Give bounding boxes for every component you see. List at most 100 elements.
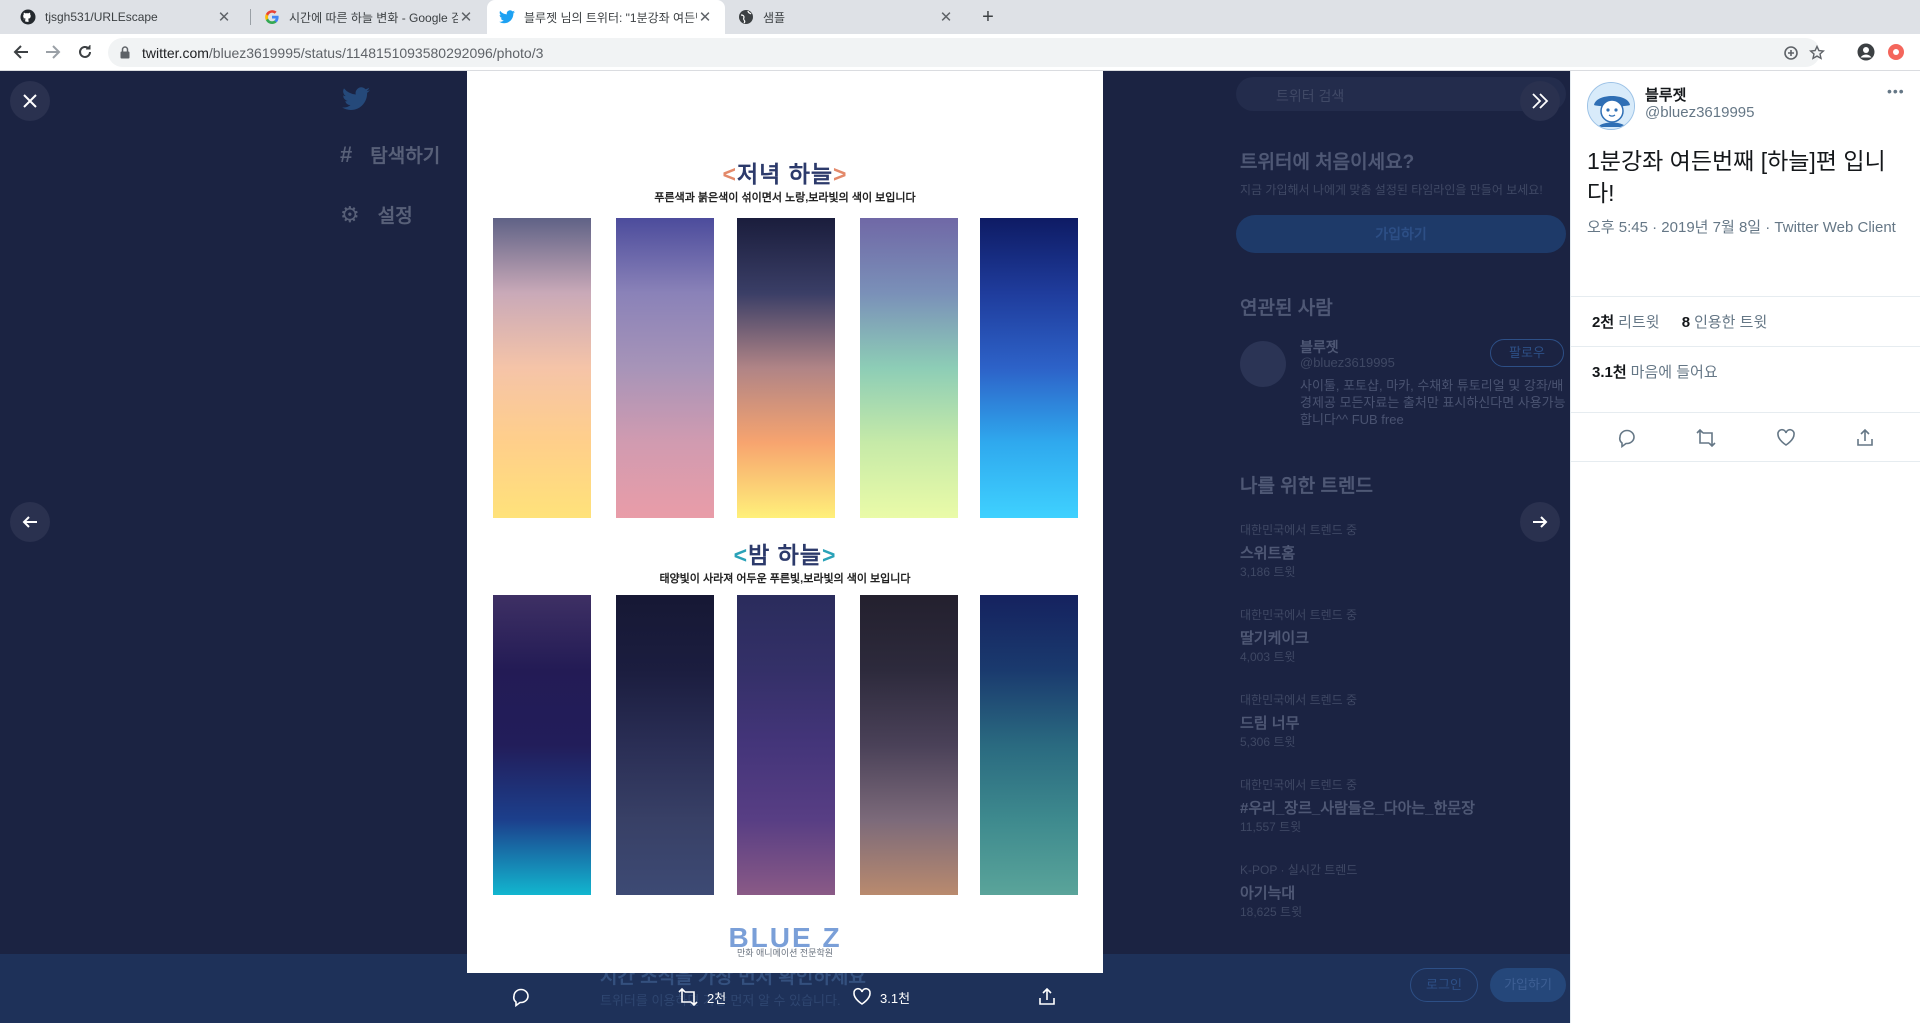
tab-google[interactable]: 시간에 따른 하늘 변화 - Google 검색 ✕ [252,0,486,34]
join-button[interactable]: 가입하기 [1490,968,1566,1002]
night-swatch [860,595,958,895]
follow-button[interactable]: 팔로우 [1490,339,1564,367]
trend-count: 3,186 트윗 [1240,565,1296,579]
night-swatch [980,595,1078,895]
like-label: 마음에 들어요 [1630,364,1718,381]
arrow-right-icon [1533,516,1548,528]
related-handle: @bluez3619995 [1300,355,1395,370]
like-button[interactable] [1775,427,1797,449]
trend-label: 대한민국에서 트렌드 중 [1240,608,1358,622]
share-button[interactable] [1854,427,1876,449]
retweet-count: 2천 [707,990,727,1006]
reload-button[interactable] [74,41,96,63]
evening-swatch [860,218,958,518]
next-photo-button[interactable] [1520,502,1560,542]
share-button[interactable] [1037,987,1057,1007]
trend-name: #우리_장르_사람들은_다아는_한문장 [1240,800,1475,817]
close-tab-icon[interactable]: ✕ [216,8,232,26]
trends-title: 나를 위한 트렌드 [1240,476,1373,497]
close-button[interactable] [10,81,50,121]
previous-photo-button[interactable] [10,502,50,542]
globe-icon [738,9,754,25]
evening-title-text: 저녁 하늘 [736,161,834,187]
related-bio: 사이툴, 포토샵, 마카, 수채화 튜토리얼 및 강좌/배경제공 모든자료는 출… [1300,378,1566,427]
like-count: 3.1천 [880,990,911,1006]
nav-settings[interactable]: ⚙ 설정 [340,201,413,228]
close-tab-icon[interactable]: ✕ [458,8,474,26]
hash-icon: # [340,141,353,167]
profile-icon[interactable] [1856,42,1876,62]
collapse-sidebar-button[interactable] [1520,81,1560,121]
trend-name: 드림 너무 [1240,715,1300,732]
tweet-text: 1분강좌 여든번째 [하늘]편 입니다! [1587,148,1886,206]
likes-stat[interactable]: 3.1천 마음에 들어요 [1592,364,1718,381]
tab-sample[interactable]: 샘플 ✕ [726,0,966,34]
address-bar[interactable]: twitter.com/bluez3619995/status/11481510… [108,38,1825,67]
trend-item[interactable]: 대한민국에서 트렌드 중 딸기케이크 4,003 트윗 [1240,606,1570,665]
reply-button[interactable] [511,987,531,1007]
trend-count: 11,557 트윗 [1240,820,1302,834]
like-count: 3.1천 [1592,364,1627,381]
retweet-stats: 2천 리트윗 8 인용한 트윗 [1571,296,1920,346]
search-input[interactable]: 트위터 검색 [1236,77,1566,111]
extension-icon[interactable] [1886,42,1906,62]
user-handle[interactable]: @bluez3619995 [1645,104,1754,121]
login-button[interactable]: 로그인 [1410,968,1478,1002]
bookmark-star-icon[interactable] [1808,44,1826,62]
trend-label: 대한민국에서 트렌드 중 [1240,778,1358,792]
github-icon [20,9,36,25]
night-title: <밤 하늘> [733,542,837,568]
trend-name: 딸기케이크 [1240,630,1310,647]
retweets-stat[interactable]: 2천 리트윗 [1592,314,1660,331]
avatar [1240,341,1286,387]
lock-icon [120,46,130,59]
nav-explore[interactable]: # 탐색하기 [340,141,440,168]
tab-twitter[interactable]: 블루젯 님의 트위터: "1분강좌 여든번째 [하늘]편 입니다!" ✕ [487,0,725,34]
new-to-twitter-title: 트위터에 처음이세요? [1240,152,1415,173]
evening-swatch [737,218,835,518]
new-tab-button[interactable]: + [975,4,1001,30]
arrow-right-icon [46,45,61,59]
zoom-icon[interactable] [1782,44,1800,62]
reply-icon [1619,429,1635,448]
google-icon [264,9,280,25]
brand-subtitle: 만화 애니메이션 전문학원 [736,948,834,958]
trend-item[interactable]: 대한민국에서 트렌드 중 #우리_장르_사람들은_다아는_한문장 11,557 … [1240,776,1570,835]
more-options-icon[interactable]: ••• [1887,83,1905,99]
close-icon [23,94,37,108]
double-chevron-right-icon [1532,93,1549,109]
trend-item[interactable]: K-POP · 실시간 트렌드 아기늑대 18,625 트윗 [1240,861,1570,920]
avatar[interactable] [1587,82,1635,130]
close-tab-icon[interactable]: ✕ [938,8,954,26]
evening-subtitle: 푸른색과 붉은색이 섞이면서 노랑,보라빛의 색이 보입니다 [654,192,916,204]
quotes-stat[interactable]: 8 인용한 트윗 [1682,314,1768,331]
retweet-button[interactable] [1695,427,1717,449]
search-placeholder: 트위터 검색 [1276,88,1345,104]
gear-icon: ⚙ [340,201,360,227]
trend-count: 4,003 트윗 [1240,650,1296,664]
retweet-icon [678,987,698,1007]
trend-label: 대한민국에서 트렌드 중 [1240,693,1358,707]
back-button[interactable] [10,41,32,63]
reply-button[interactable] [1616,427,1638,449]
tweet-meta: 오후 5:45 · 2019년 7월 8일 · Twitter Web Clie… [1587,219,1896,236]
like-button[interactable]: 3.1천 [852,987,910,1007]
new-to-twitter-desc: 지금 가입해서 나에게 맞춤 설정된 타임라인을 만들어 보세요! [1240,183,1543,197]
tweet-photo: <저녁 하늘> 푸른색과 붉은색이 섞이면서 노랑,보라빛의 색이 보입니다 <… [467,71,1103,973]
url-host: twitter.com [142,45,209,61]
user-name[interactable]: 블루젯 [1645,84,1686,105]
like-stats: 3.1천 마음에 들어요 [1571,346,1920,396]
tweet-detail-sidebar: 블루젯 @bluez3619995 ••• 1분강좌 여든번째 [하늘]편 입니… [1570,71,1920,1023]
nav-settings-label: 설정 [377,206,413,227]
forward-button[interactable] [42,41,64,63]
arrow-left-icon [13,45,28,59]
close-tab-icon[interactable]: ✕ [697,8,713,26]
trend-item[interactable]: 대한민국에서 트렌드 중 스위트홈 3,186 트윗 [1240,521,1570,580]
trend-item[interactable]: 대한민국에서 트렌드 중 드림 너무 5,306 트윗 [1240,691,1570,750]
twitter-logo-icon [342,87,370,110]
retweet-icon [1696,428,1716,448]
tab-github[interactable]: tjsgh531/URLEscape ✕ [8,0,244,34]
signup-button[interactable]: 가입하기 [1236,215,1566,253]
share-icon [1857,428,1873,446]
retweet-button[interactable]: 2천 [677,987,726,1007]
